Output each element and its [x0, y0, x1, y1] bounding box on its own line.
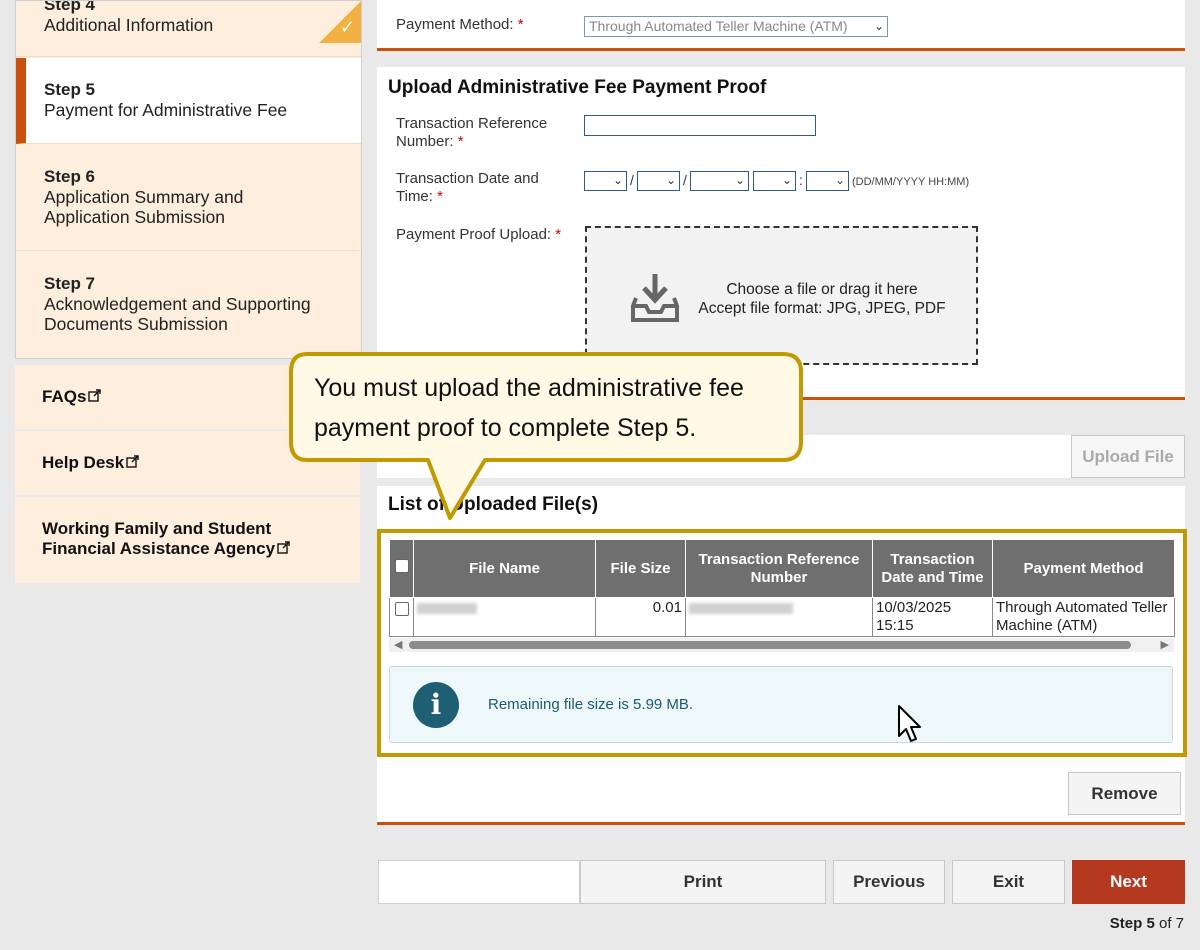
column-header: Transaction Date and Time: [872, 539, 993, 598]
callout-message: You must upload the administrative fee p…: [314, 374, 744, 442]
reference-number-cell: [685, 597, 873, 637]
chevron-down-icon: ⌄: [834, 173, 845, 187]
upload-heading: Upload Administrative Fee Payment Proof: [388, 77, 767, 98]
upload-file-button[interactable]: Upload File: [1071, 435, 1185, 478]
column-header: Transaction Reference Number: [685, 539, 873, 598]
step-item-6[interactable]: Step 6 Application Summary and Applicati…: [16, 144, 361, 251]
column-header: File Name: [413, 539, 596, 598]
chevron-down-icon: ⌄: [734, 173, 745, 187]
file-size-cell: 0.01: [595, 597, 686, 637]
reference-number-label: Transaction Reference Number: *: [396, 115, 548, 150]
payment-method-label: Payment Method: *: [396, 16, 524, 33]
previous-button[interactable]: Previous: [833, 860, 945, 904]
row-select-cell: [389, 597, 414, 637]
horizontal-scrollbar[interactable]: ◀ ▶: [389, 638, 1174, 652]
redacted-file-name: [417, 603, 477, 614]
column-header: Payment Method: [992, 539, 1175, 598]
payment-method-select[interactable]: Through Automated Teller Machine (ATM) ⌄: [584, 16, 888, 37]
year-select[interactable]: ⌄: [690, 171, 749, 191]
step-number: Step 7: [44, 274, 96, 293]
step-title: Payment for Administrative Fee: [44, 100, 288, 120]
day-select[interactable]: ⌄: [584, 171, 627, 191]
redacted-reference-number: [689, 603, 793, 614]
step-title: Acknowledgement and Supporting: [44, 294, 311, 314]
step-title-line2: Documents Submission: [44, 314, 228, 334]
print-button[interactable]: Print: [580, 860, 826, 904]
chevron-down-icon: ⌄: [781, 173, 792, 187]
step-title-line2: Application Submission: [44, 207, 225, 227]
external-link-icon: [277, 539, 290, 559]
dropzone-instructions: Choose a file or drag it here Accept fil…: [698, 281, 946, 317]
step-item-7[interactable]: Step 7 Acknowledgement and Supporting Do…: [16, 251, 361, 358]
step-number: Step 5: [44, 80, 96, 99]
transaction-datetime-label: Transaction Date and Time: *: [396, 170, 539, 205]
chevron-down-icon: ⌄: [873, 19, 884, 33]
month-select[interactable]: ⌄: [637, 171, 680, 191]
scroll-left-arrow-icon[interactable]: ◀: [394, 638, 402, 651]
select-all-checkbox[interactable]: [394, 559, 409, 573]
remaining-size-message: Remaining file size is 5.99 MB.: [488, 696, 694, 713]
file-dropzone[interactable]: Choose a file or drag it here Accept fil…: [585, 226, 978, 365]
step-item-5[interactable]: Step 5 Payment for Administrative Fee: [16, 58, 361, 144]
payment-method-cell: Through Automated Teller Machine (ATM): [992, 597, 1175, 637]
remaining-size-alert: i Remaining file size is 5.99 MB.: [389, 666, 1173, 743]
external-link-icon: [126, 453, 139, 473]
table-row: 0.01 10/03/2025 15:15 Through Automated T…: [389, 597, 1175, 637]
step-number: Step 4: [44, 0, 96, 14]
step-title: Application Summary and: [44, 187, 244, 207]
date-separator: /: [630, 172, 634, 188]
file-name-cell[interactable]: [413, 597, 596, 637]
chevron-down-icon: ⌄: [665, 173, 676, 187]
scroll-right-arrow-icon[interactable]: ▶: [1161, 638, 1169, 651]
step-number: Step 6: [44, 167, 96, 186]
time-separator: :: [799, 172, 803, 188]
uploaded-files-table: File Name File Size Transaction Referenc…: [389, 539, 1175, 637]
step-list: Step 4 Additional Information ✓ Step 5 P…: [15, 0, 362, 359]
info-icon: i: [413, 682, 459, 728]
help-desk-label: Help Desk: [42, 453, 125, 472]
section-divider: [377, 48, 1185, 51]
checkmark-icon: ✓: [339, 17, 355, 37]
payment-proof-label: Payment Proof Upload: *: [396, 226, 562, 243]
section-divider: [377, 822, 1185, 825]
inbox-download-icon: [631, 272, 679, 329]
date-separator: /: [683, 172, 687, 188]
scrollbar-thumb[interactable]: [409, 641, 1131, 649]
step-title: Additional Information: [44, 15, 214, 35]
faqs-label: FAQs: [42, 387, 87, 406]
chevron-down-icon: ⌄: [612, 173, 623, 187]
exit-button[interactable]: Exit: [952, 860, 1065, 904]
row-checkbox[interactable]: [394, 602, 409, 616]
nav-bar-left-blank: [378, 860, 580, 904]
remove-button[interactable]: Remove: [1068, 772, 1181, 815]
agency-label-line2: Financial Assistance Agency: [42, 539, 360, 559]
column-header: File Size: [595, 539, 686, 598]
next-button[interactable]: Next: [1072, 860, 1185, 904]
step-indicator: Step 5 of 7: [1109, 915, 1184, 932]
datetime-format-hint: (DD/MM/YYYY HH:MM): [852, 176, 970, 188]
minute-select[interactable]: ⌄: [806, 171, 849, 191]
step-item-4[interactable]: Step 4 Additional Information ✓: [16, 0, 361, 57]
hour-select[interactable]: ⌄: [753, 171, 796, 191]
reference-number-input[interactable]: [584, 115, 816, 136]
table-header-row: File Name File Size Transaction Referenc…: [389, 539, 1175, 598]
mouse-cursor-icon: [897, 704, 923, 749]
select-all-header[interactable]: [389, 539, 414, 598]
transaction-datetime-cell: 10/03/2025 15:15: [872, 597, 993, 637]
external-link-icon: [88, 387, 102, 407]
